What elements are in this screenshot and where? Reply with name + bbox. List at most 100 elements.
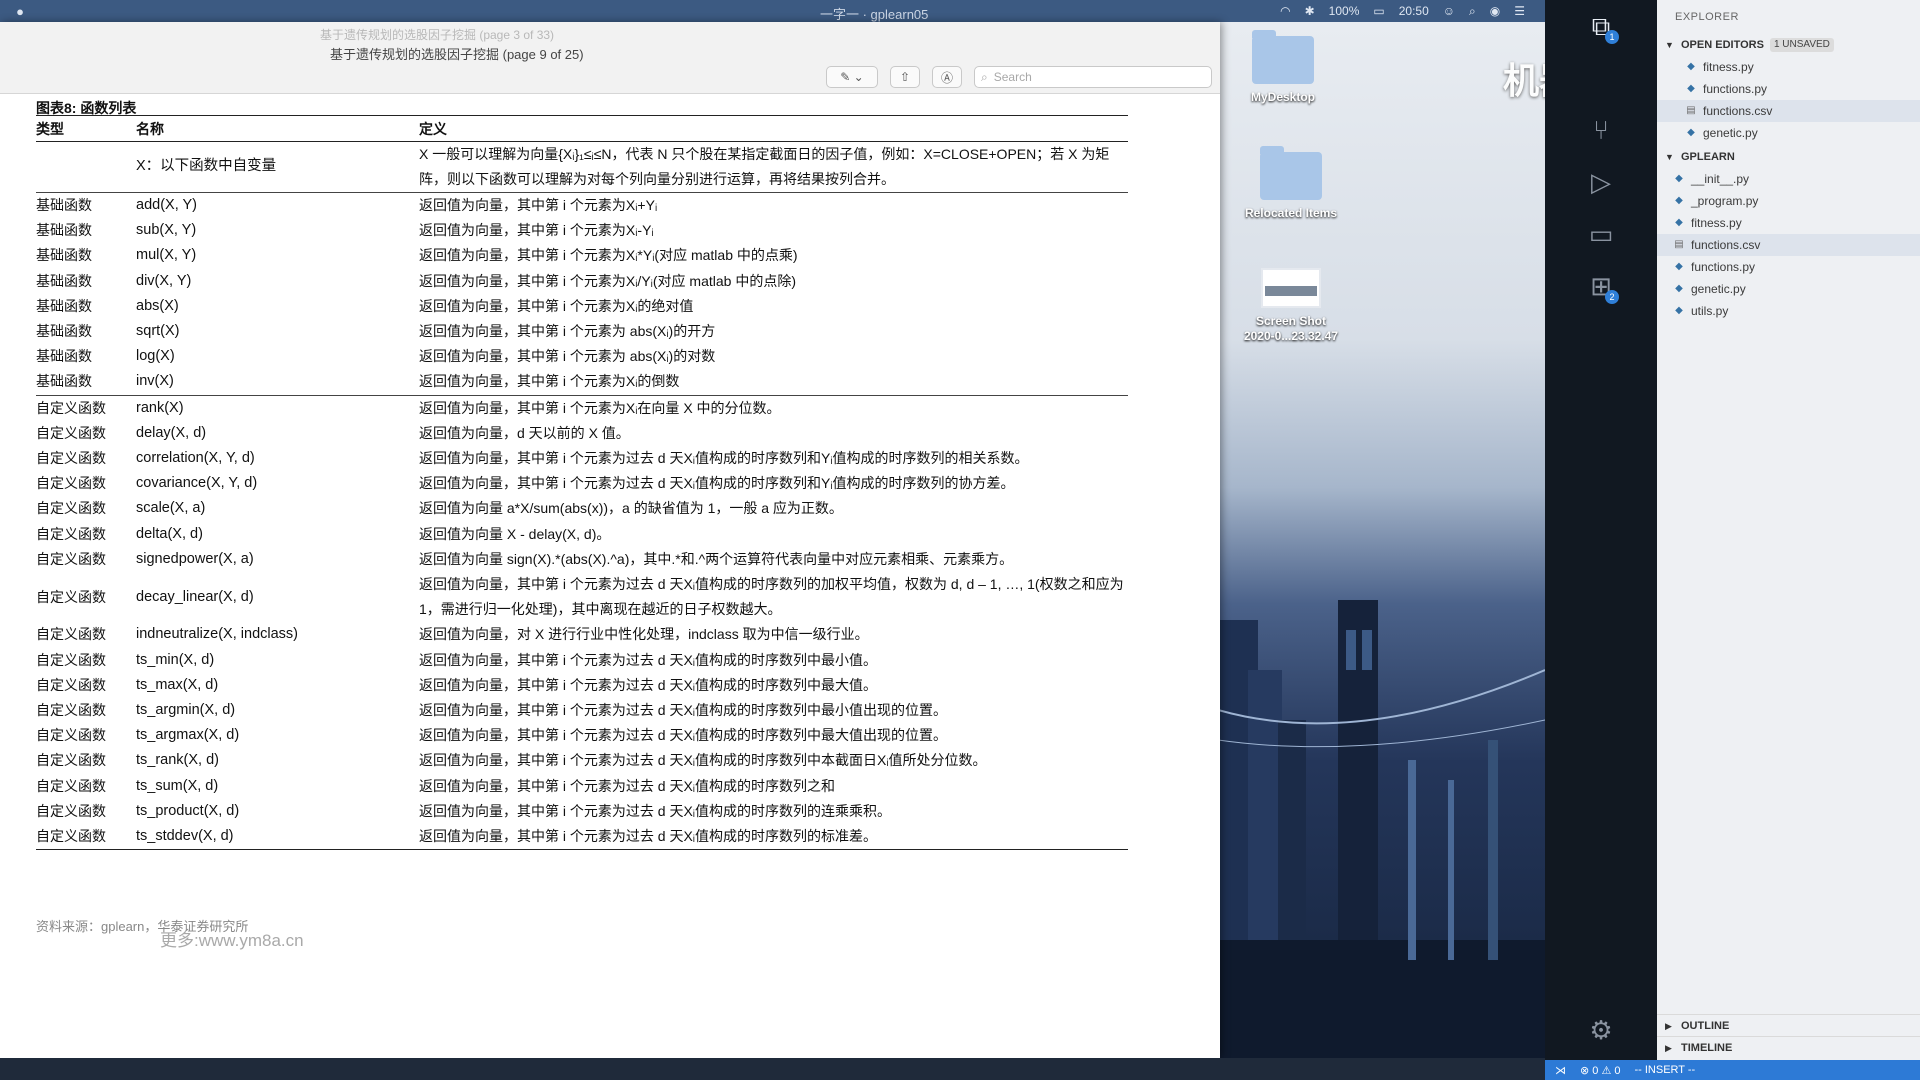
pen-icon: ✎ bbox=[840, 70, 851, 84]
run-debug-icon[interactable]: ▷ bbox=[1581, 162, 1621, 202]
folder-icon bbox=[1252, 30, 1314, 84]
desktop-item-screenshot[interactable]: Screen Shot 2020-0...23.32.47 bbox=[1226, 268, 1356, 344]
row-type-cell: 自定义函数 bbox=[36, 399, 106, 416]
gplearn-folder-section[interactable]: ▼ GPLEARN bbox=[1657, 146, 1920, 168]
table-row: 自定义函数 delta(X, d) 返回值为向量 X - delay(X, d)。 bbox=[36, 522, 1128, 547]
siri-icon[interactable]: ◉ bbox=[1490, 4, 1500, 18]
timeline-section[interactable]: ▶ TIMELINE bbox=[1657, 1036, 1920, 1059]
explorer-icon[interactable]: ⧉ 1 bbox=[1581, 6, 1621, 46]
row-definition-cell: 返回值为向量，其中第 i 个元素为过去 d 天Xᵢ值构成的时序数列中最大值出现的… bbox=[419, 727, 947, 744]
clock[interactable]: 20:50 bbox=[1399, 4, 1429, 18]
table-row: 自定义函数 ts_rank(X, d) 返回值为向量，其中第 i 个元素为过去 d … bbox=[36, 748, 1128, 773]
row-name-cell: mul(X, Y) bbox=[136, 247, 197, 264]
file-item[interactable]: ▤ functions.csv bbox=[1657, 234, 1920, 256]
settings-gear-icon[interactable]: ⚙ bbox=[1581, 1010, 1621, 1050]
search-icon: ⌕ bbox=[981, 69, 988, 84]
file-item[interactable]: ◆ functions.py bbox=[1657, 78, 1920, 100]
row-type-cell: 自定义函数 bbox=[36, 701, 106, 718]
screenshot-thumbnail bbox=[1261, 268, 1321, 308]
menu-bar: ● 一字一 · gplearn05 ◠ ✱ 100% ▭ 20:50 ☺ ⌕ ◉… bbox=[0, 0, 1545, 22]
table-row: 自定义函数 ts_max(X, d) 返回值为向量，其中第 i 个元素为过去 d 天… bbox=[36, 673, 1128, 698]
table-row: 自定义函数 ts_product(X, d) 返回值为向量，其中第 i 个元素为过去… bbox=[36, 799, 1128, 824]
notification-center-icon[interactable]: ☰ bbox=[1514, 4, 1525, 18]
apple-menu-icon[interactable]: ● bbox=[0, 4, 40, 19]
table-title: 图表8: 函数列表 bbox=[36, 94, 1128, 116]
file-item[interactable]: ◆ genetic.py bbox=[1657, 122, 1920, 144]
file-name: genetic.py bbox=[1703, 126, 1758, 140]
file-item[interactable]: ◆ _program.py bbox=[1657, 190, 1920, 212]
file-item[interactable]: ▤ functions.csv bbox=[1657, 100, 1920, 122]
chevron-down-icon: ▼ bbox=[1665, 40, 1674, 50]
file-name: fitness.py bbox=[1703, 60, 1754, 74]
source-control-icon[interactable]: ⑂ bbox=[1581, 110, 1621, 150]
vscode-explorer-sidebar: EXPLORER ▼ OPEN EDITORS 1 UNSAVED ◆ fitne… bbox=[1657, 0, 1920, 1060]
source-ghost-text: 更多:www.ym8a.cn bbox=[160, 931, 304, 950]
remote-explorer-icon[interactable]: ▭ bbox=[1581, 214, 1621, 254]
battery-icon[interactable]: ▭ bbox=[1373, 4, 1384, 18]
chevron-right-icon: ▶ bbox=[1665, 1043, 1672, 1053]
search-placeholder: Search bbox=[993, 70, 1032, 84]
row-name-cell: X：以下函数中自变量 bbox=[136, 141, 419, 193]
row-definition-cell: 返回值为向量，其中第 i 个元素为过去 d 天Xᵢ值构成的时序数列和Yᵢ值构成的… bbox=[419, 449, 1029, 466]
file-item[interactable]: ◆ genetic.py bbox=[1657, 278, 1920, 300]
problems-indicator[interactable]: ⊗ 0 ⚠ 0 bbox=[1580, 1064, 1620, 1077]
file-item[interactable]: ◆ functions.py bbox=[1657, 256, 1920, 278]
table-row: 自定义函数 decay_linear(X, d) 返回值为向量，其中第 i 个元素为… bbox=[36, 572, 1128, 622]
row-name-cell: delta(X, d) bbox=[136, 525, 203, 542]
extensions-badge: 2 bbox=[1605, 290, 1619, 304]
row-type-cell: 基础函数 bbox=[36, 322, 92, 339]
row-name-cell: div(X, Y) bbox=[136, 272, 192, 289]
file-name: functions.py bbox=[1691, 260, 1756, 274]
desktop-item-relocated-items[interactable]: Relocated Items bbox=[1226, 146, 1356, 220]
row-name-cell: ts_argmax(X, d) bbox=[136, 727, 240, 744]
row-type-cell: 基础函数 bbox=[36, 222, 92, 239]
file-item[interactable]: ◆ __init__.py bbox=[1657, 168, 1920, 190]
row-definition-cell: 返回值为向量，其中第 i 个元素为过去 d 天Xᵢ值构成的时序数列中最小值。 bbox=[419, 651, 877, 668]
table-row: 自定义函数 correlation(X, Y, d) 返回值为向量，其中第 i 个元… bbox=[36, 446, 1128, 471]
row-type-cell: 自定义函数 bbox=[36, 752, 106, 769]
row-name-cell: add(X, Y) bbox=[136, 196, 197, 213]
row-definition-cell: 返回值为向量，其中第 i 个元素为Xᵢ*Yᵢ(对应 matlab 中的点乘) bbox=[419, 247, 798, 264]
chevron-down-icon: ⌄ bbox=[853, 70, 864, 84]
bluetooth-icon[interactable]: ✱ bbox=[1305, 4, 1315, 18]
battery-percent[interactable]: 100% bbox=[1329, 4, 1360, 18]
file-item[interactable]: ◆ fitness.py bbox=[1657, 56, 1920, 78]
file-item[interactable]: ◆ utils.py bbox=[1657, 300, 1920, 322]
file-item[interactable]: ◆ fitness.py bbox=[1657, 212, 1920, 234]
outline-section[interactable]: ▶ OUTLINE bbox=[1657, 1014, 1920, 1037]
row-name-cell: ts_product(X, d) bbox=[136, 802, 240, 819]
pdf-viewer-window: 基于遗传规划的选股因子挖掘 (page 3 of 33) 基于遗传规划的选股因子… bbox=[0, 22, 1220, 1058]
table-row: 自定义函数 ts_argmax(X, d) 返回值为向量，其中第 i 个元素为过去 … bbox=[36, 723, 1128, 748]
python-file-icon: ◆ bbox=[1675, 173, 1683, 184]
search-field[interactable]: ⌕ Search bbox=[974, 66, 1212, 88]
row-definition-cell: 返回值为向量，其中第 i 个元素为过去 d 天Xᵢ值构成的时序数列中本截面日Xᵢ… bbox=[419, 752, 987, 769]
row-type-cell: 自定义函数 bbox=[36, 727, 106, 744]
table-row: 基础函数 div(X, Y) 返回值为向量，其中第 i 个元素为Xᵢ/Yᵢ(对应 m… bbox=[36, 269, 1128, 294]
row-definition-cell: 返回值为向量，其中第 i 个元素为 abs(Xᵢ)的对数 bbox=[419, 348, 716, 365]
file-name: __init__.py bbox=[1691, 172, 1750, 186]
pdf-page: 图表8: 函数列表 类型 名称 定义 X：以下函数中自变量 X 一般可以理解为向量… bbox=[36, 94, 1128, 851]
desktop-item-mydesktop[interactable]: MyDesktop bbox=[1218, 30, 1348, 104]
row-type-cell: 自定义函数 bbox=[36, 626, 106, 643]
annotate-button[interactable]: Ⓐ bbox=[932, 66, 962, 88]
wifi-icon[interactable]: ◠ bbox=[1280, 4, 1290, 18]
remote-icon[interactable]: ⋊ bbox=[1555, 1064, 1566, 1077]
open-editors-section[interactable]: ▼ OPEN EDITORS 1 UNSAVED bbox=[1657, 34, 1920, 56]
timeline-label: TIMELINE bbox=[1681, 1042, 1733, 1054]
row-definition-cell: 返回值为向量，其中第 i 个元素为Xᵢ的倒数 bbox=[419, 369, 1128, 396]
user-icon[interactable]: ☺ bbox=[1443, 4, 1455, 18]
row-definition-cell: 返回值为向量，其中第 i 个元素为Xᵢ/Yᵢ(对应 matlab 中的点除) bbox=[419, 272, 796, 289]
row-name-cell: log(X) bbox=[136, 348, 175, 365]
share-button[interactable]: ⇧ bbox=[890, 66, 920, 88]
project-file-list: ◆ __init__.py ◆ _program.py ◆ fitness.py ▤ func… bbox=[1657, 168, 1920, 322]
row-type-cell: 自定义函数 bbox=[36, 823, 136, 851]
extensions-icon[interactable]: ⊞ 2 bbox=[1581, 266, 1621, 306]
table-row: 自定义函数 signedpower(X, a) 返回值为向量 sign(X).*(a… bbox=[36, 547, 1128, 572]
table-row: 基础函数 inv(X) 返回值为向量，其中第 i 个元素为Xᵢ的倒数 bbox=[36, 369, 1128, 396]
spotlight-icon[interactable]: ⌕ bbox=[1469, 4, 1476, 19]
chevron-down-icon: ▼ bbox=[1665, 152, 1674, 162]
markup-button[interactable]: ✎ ⌄ bbox=[826, 66, 878, 88]
window-title-ghost: 基于遗传规划的选股因子挖掘 (page 3 of 33) bbox=[320, 28, 555, 42]
table-row: X：以下函数中自变量 X 一般可以理解为向量{Xᵢ}₁≤ᵢ≤N，代表 N 只个股在… bbox=[36, 141, 1128, 193]
file-name: fitness.py bbox=[1691, 216, 1742, 230]
